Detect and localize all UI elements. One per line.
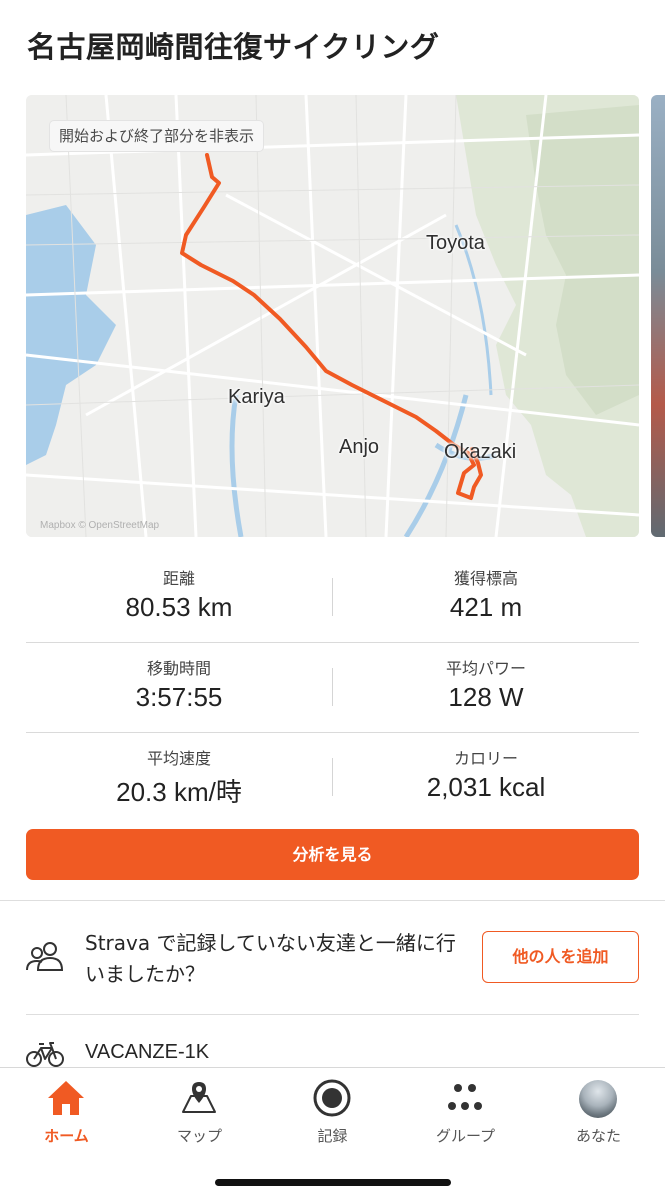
- add-others-button[interactable]: 他の人を追加: [482, 931, 639, 983]
- stat-avg-power: 平均パワー 128 W: [333, 643, 639, 733]
- stat-value: 128 W: [448, 682, 524, 712]
- stat-label: カロリー: [453, 749, 518, 768]
- stat-calories: カロリー 2,031 kcal: [333, 733, 639, 823]
- tab-record[interactable]: 記録: [266, 1068, 399, 1158]
- stat-label: 移動時間: [146, 659, 211, 678]
- stat-moving-time: 移動時間 3:57:55: [26, 643, 332, 733]
- city-label-anjo: Anjo: [339, 436, 380, 458]
- tab-label: グループ: [435, 1127, 496, 1145]
- stats-grid: 距離 80.53 km 獲得標高 421 m 移動時間 3:57:55 平均パワ…: [26, 553, 639, 823]
- stats-row: 距離 80.53 km 獲得標高 421 m: [26, 553, 639, 643]
- activity-title: 名古屋岡崎間往復サイクリング: [27, 30, 440, 64]
- bike-icon: [26, 1042, 64, 1067]
- map-background: [26, 95, 639, 537]
- stat-elevation-gain: 獲得標高 421 m: [333, 553, 639, 643]
- tab-label: 記録: [317, 1127, 348, 1145]
- add-friends-icon: [26, 942, 64, 971]
- stat-value: 20.3 km/時: [116, 777, 242, 807]
- tab-label: あなた: [575, 1127, 621, 1145]
- map-attribution: Mapbox © OpenStreetMap: [40, 520, 160, 531]
- friends-prompt: Strava で記録していない友達と一緒に行いましたか？: [85, 931, 456, 986]
- gear-name[interactable]: VACANZE-1K: [85, 1041, 209, 1064]
- home-indicator: [215, 1179, 451, 1186]
- next-media-peek[interactable]: [651, 95, 665, 537]
- map-icon: [182, 1082, 216, 1113]
- stats-row: 平均速度 20.3 km/時 カロリー 2,031 kcal: [26, 733, 639, 823]
- section-divider: [26, 1014, 639, 1015]
- stat-value: 2,031 kcal: [426, 772, 546, 802]
- stat-label: 平均パワー: [445, 659, 526, 678]
- avatar: [579, 1080, 617, 1118]
- stat-label: 平均速度: [146, 749, 211, 768]
- city-label-kariya: Kariya: [228, 386, 285, 408]
- city-label-okazaki: Okazaki: [444, 441, 517, 463]
- record-icon: [313, 1079, 351, 1117]
- view-analysis-button[interactable]: 分析を見る: [26, 829, 639, 880]
- stat-value: 3:57:55: [135, 682, 223, 712]
- stat-value: 421 m: [449, 592, 523, 622]
- hide-start-end-toggle[interactable]: 開始および終了部分を非表示: [50, 121, 264, 151]
- stats-row: 移動時間 3:57:55 平均パワー 128 W: [26, 643, 639, 733]
- tab-label: マップ: [176, 1127, 222, 1145]
- stat-label: 距離: [162, 569, 195, 588]
- stat-label: 獲得標高: [453, 569, 518, 588]
- stat-distance: 距離 80.53 km: [26, 553, 332, 643]
- stat-value: 80.53 km: [125, 592, 233, 622]
- route-map[interactable]: 開始および終了部分を非表示 Toyota Kariya Anjo Okazaki…: [26, 95, 639, 537]
- tab-label: ホーム: [44, 1127, 89, 1145]
- tab-maps[interactable]: マップ: [133, 1068, 266, 1158]
- city-label-toyota: Toyota: [426, 232, 485, 254]
- section-divider: [0, 900, 665, 901]
- tab-groups[interactable]: グループ: [399, 1068, 532, 1158]
- groups-icon: [448, 1084, 482, 1110]
- home-icon: [48, 1081, 84, 1115]
- tab-home[interactable]: ホーム: [0, 1068, 133, 1158]
- tab-you[interactable]: あなた: [532, 1068, 665, 1158]
- stat-avg-speed: 平均速度 20.3 km/時: [26, 733, 332, 823]
